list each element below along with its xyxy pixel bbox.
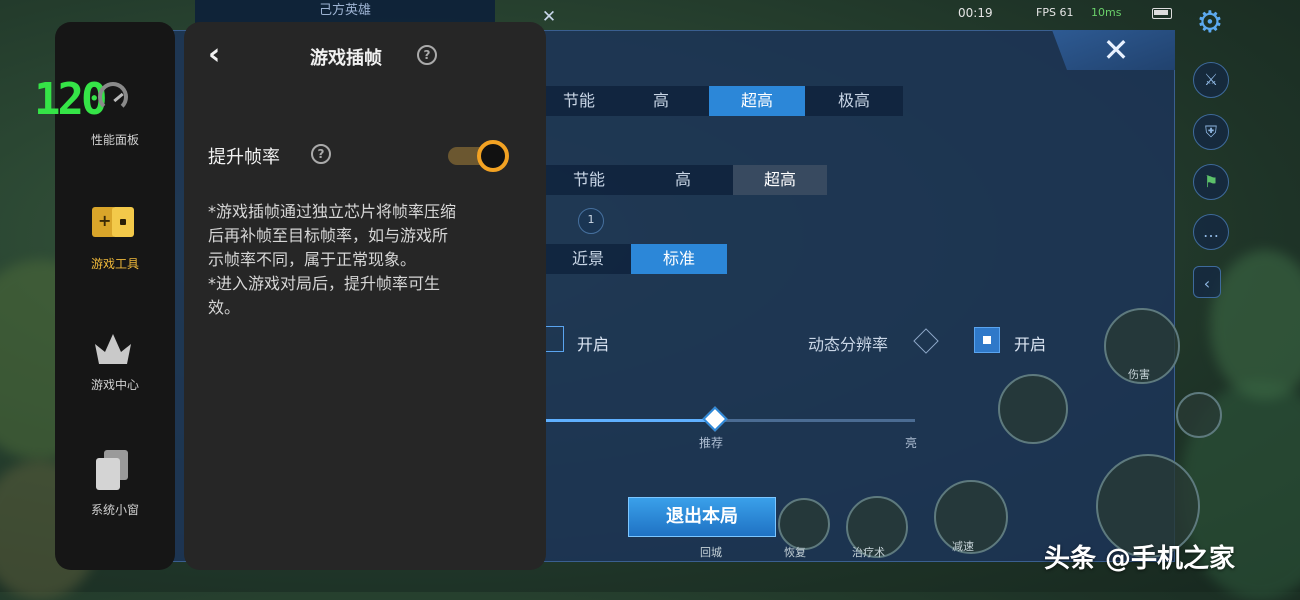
dynamic-resolution-checkbox-label: 开启 (1014, 335, 1047, 354)
resolution-option[interactable]: 节能 (545, 165, 633, 195)
close-icon[interactable]: ✕ (538, 6, 560, 28)
help-icon[interactable]: ? (417, 45, 437, 65)
exit-match-button[interactable]: 退出本局 (628, 497, 776, 537)
toggle-knob (477, 140, 509, 172)
brightness-mark-label: 亮 (905, 436, 918, 450)
fps-counter: 120 (34, 74, 108, 125)
crown-icon[interactable] (93, 332, 133, 366)
frame-rate-option-selected[interactable]: 超高 (709, 86, 805, 116)
game-center-label[interactable]: 游戏中心 (55, 376, 175, 393)
view-selector: 近景 标准 (545, 244, 727, 274)
description-text: *游戏插帧通过独立芯片将帧率压缩 后再补帧至目标帧率，如与游戏所 示帧率不同，属… (208, 202, 457, 317)
sword-icon[interactable]: ⚔ (1193, 62, 1229, 98)
page-title: 游戏插帧 (310, 48, 382, 69)
skill-button[interactable] (1176, 392, 1222, 438)
skill-label: 减速 (952, 540, 974, 553)
view-option[interactable]: 近景 (545, 244, 631, 274)
boost-frame-rate-toggle[interactable] (448, 140, 514, 172)
resolution-option[interactable]: 高 (633, 165, 733, 195)
dynamic-resolution-checkbox[interactable] (974, 327, 1000, 353)
shield-icon[interactable]: ⛨ (1193, 114, 1229, 150)
skill-label: 回城 (700, 546, 722, 559)
brightness-slider-fill (545, 419, 715, 422)
resolution-option-selected[interactable]: 超高 (733, 165, 827, 195)
watermark: 头条 @手机之家 (1044, 544, 1236, 574)
gauge-icon[interactable] (98, 82, 128, 112)
frame-rate-option[interactable]: 节能 (545, 86, 613, 116)
brightness-slider[interactable] (545, 419, 915, 422)
game-tools-icon[interactable] (92, 207, 134, 237)
chevron-left-icon[interactable]: ‹ (1193, 266, 1221, 298)
number-badge: 1 (578, 208, 604, 234)
dynamic-resolution-label: 动态分辨率 (808, 335, 889, 354)
frame-rate-option[interactable]: 高 (613, 86, 709, 116)
help-icon[interactable]: ? (311, 144, 331, 164)
scenery-bush (1210, 250, 1300, 400)
floating-window-label[interactable]: 系统小窗 (55, 501, 175, 518)
chat-icon[interactable]: … (1193, 214, 1229, 250)
skill-label: 治疗术 (852, 546, 885, 559)
gear-icon[interactable]: ⚙ (1193, 6, 1227, 40)
view-option-selected[interactable]: 标准 (631, 244, 727, 274)
battery-icon (1152, 8, 1172, 19)
frame-rate-option[interactable]: 极高 (805, 86, 903, 116)
flag-icon[interactable]: ⚑ (1193, 164, 1229, 200)
boost-frame-rate-label: 提升帧率 (208, 147, 280, 168)
performance-panel-label[interactable]: 性能面板 (55, 131, 175, 148)
game-tools-label[interactable]: 游戏工具 (55, 255, 175, 272)
antialias-checkbox-label: 开启 (577, 335, 610, 354)
skill-label: 恢复 (784, 546, 806, 559)
fps-readout: FPS 61 (1036, 6, 1074, 19)
settings-close-icon[interactable]: ✕ (1098, 32, 1134, 68)
skill-button[interactable] (998, 374, 1068, 444)
resolution-selector: 节能 高 超高 (545, 165, 827, 195)
match-time: 00:19 (958, 6, 993, 20)
window-icon[interactable] (96, 450, 130, 490)
skill-label: 伤害 (1128, 368, 1150, 381)
back-arrow-icon[interactable]: ‹ (208, 40, 238, 70)
skill-button[interactable] (778, 498, 830, 550)
ping-readout: 10ms (1091, 6, 1122, 19)
frame-rate-selector: 节能 高 超高 极高 (545, 86, 903, 116)
brightness-mark-label: 推荐 (699, 436, 724, 450)
